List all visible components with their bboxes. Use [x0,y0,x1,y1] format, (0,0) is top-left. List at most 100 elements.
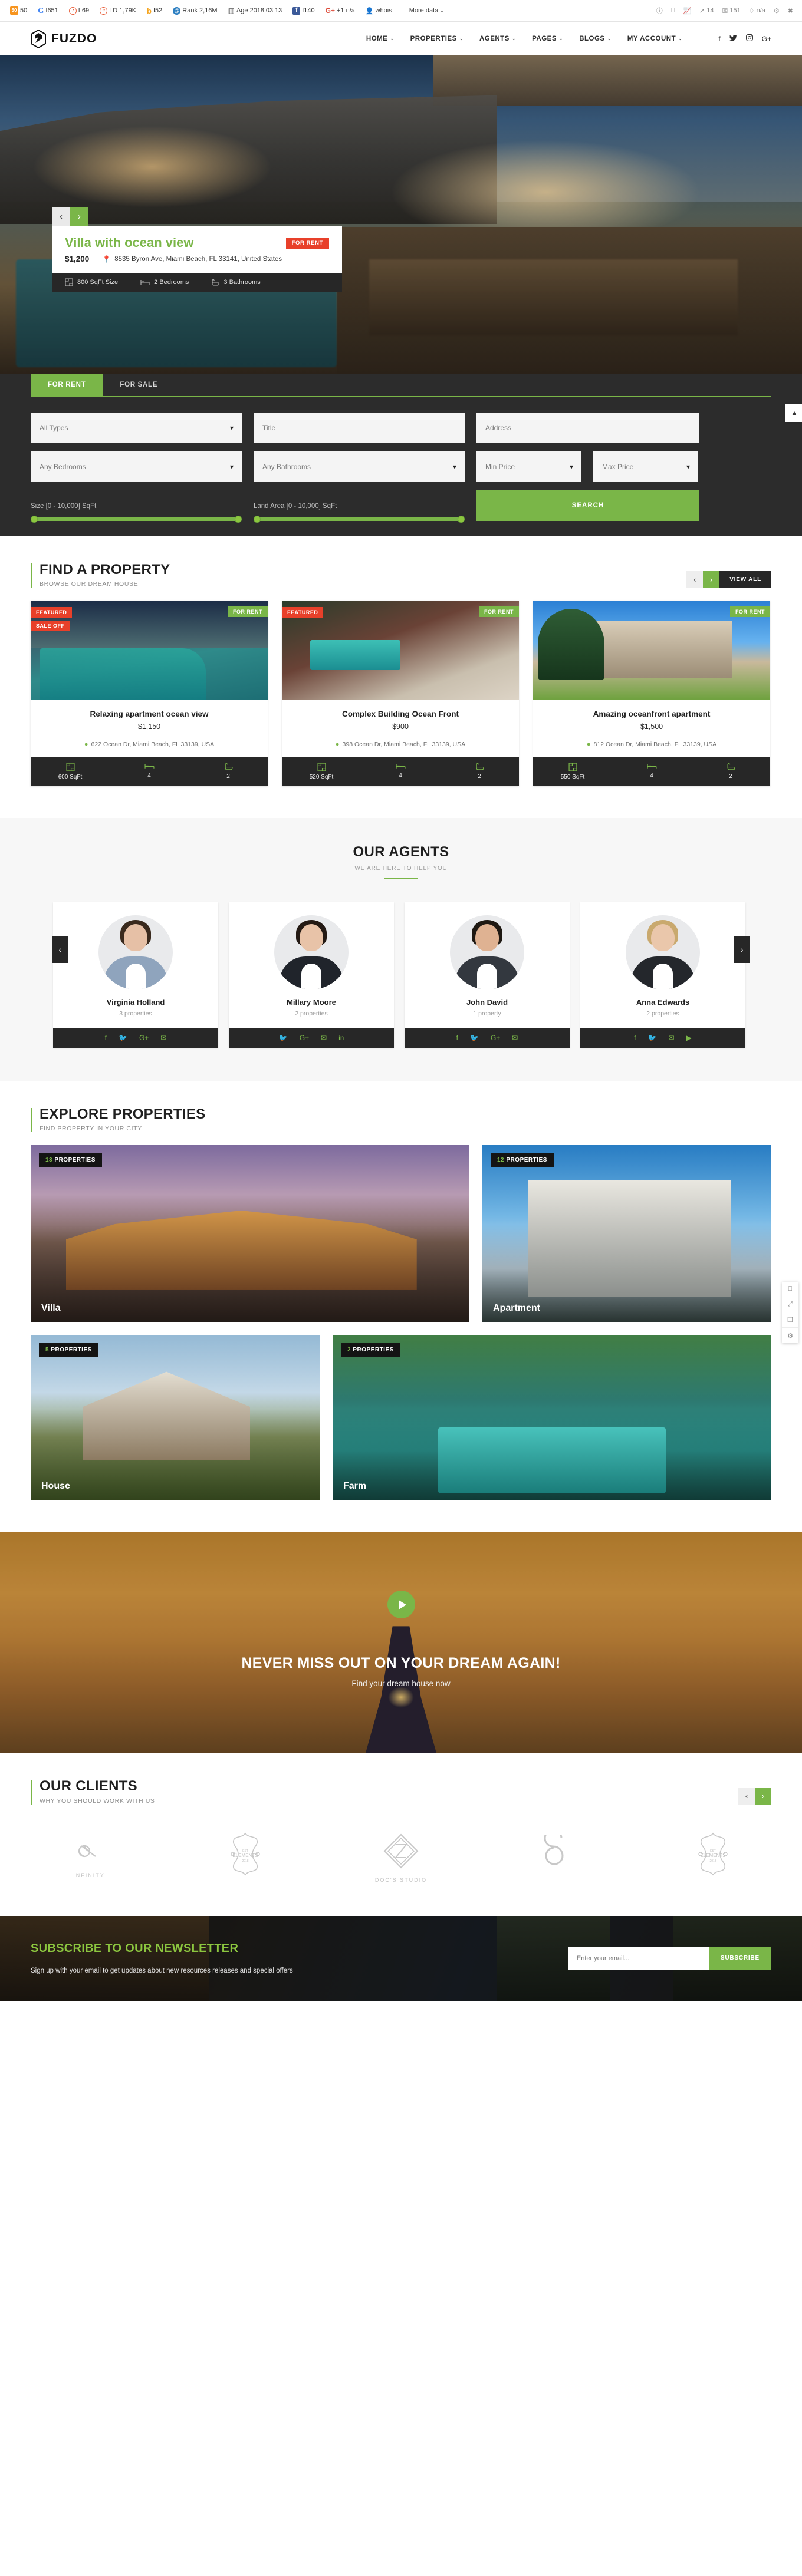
property-card[interactable]: FOR RENT Amazing oceanfront apartment $1… [533,601,770,787]
seo-item-moz[interactable]: 50 50 [5,6,32,15]
view-all-button[interactable]: VIEW ALL [719,571,771,588]
seo-close-button[interactable]: ✖ [784,7,797,15]
clients-prev-button[interactable]: ‹ [738,1787,755,1805]
twitter-icon[interactable]: 🐦 [119,1034,127,1042]
seo-item-facebook[interactable]: f I140 [287,6,320,15]
property-card[interactable]: FEATURED FOR RENT Complex Building Ocean… [282,601,519,787]
explore-card-villa[interactable]: 13 PROPERTIES Villa [31,1145,469,1322]
tab-for-rent[interactable]: FOR RENT [31,374,103,396]
google-plus-icon[interactable]: G+ [762,35,771,43]
agent-card[interactable]: Millary Moore 2 properties 🐦 G+ ✉ in [229,902,394,1048]
title-input-wrap[interactable] [254,413,465,443]
client-logo-elements-2[interactable]: EST ELEMENTS 2018 [669,1832,757,1884]
seo-item-bing[interactable]: b I52 [142,6,167,15]
bedrooms-select[interactable]: Any Bedrooms [31,451,242,482]
find-property-next-button[interactable]: › [703,571,720,588]
nav-item-pages[interactable]: PAGES ⌄ [532,35,563,42]
hero-prev-button[interactable]: ‹ [52,207,70,226]
size-slider-knob-min[interactable] [31,516,38,523]
google-plus-icon[interactable]: G+ [491,1034,500,1042]
max-price-select[interactable]: Max Price [593,451,698,482]
land-slider-knob-min[interactable] [254,516,261,523]
search-button[interactable]: SEARCH [476,490,699,521]
twitter-icon[interactable]: 🐦 [279,1034,288,1042]
nav-item-agents[interactable]: AGENTS ⌄ [479,35,516,42]
explore-card-apartment[interactable]: 12 PROPERTIES Apartment [482,1145,771,1322]
clients-next-button[interactable]: › [755,1787,771,1805]
explore-card-house[interactable]: 5 PROPERTIES House [31,1335,320,1500]
monitor-icon-button[interactable]: ⎕ [782,1282,798,1297]
tab-for-sale[interactable]: FOR SALE [103,374,175,396]
min-price-select[interactable]: Min Price [476,451,581,482]
land-slider-knob-max[interactable] [458,516,465,523]
google-plus-icon[interactable]: G+ [300,1034,309,1042]
seo-item-whois[interactable]: 👤 whois [360,7,397,15]
seo-external-count[interactable]: ↗ 14 [695,7,718,15]
search-collapse-toggle[interactable]: ▲ [785,404,802,422]
linkedin-icon[interactable]: in [338,1035,344,1041]
email-icon[interactable]: ✉ [321,1034,327,1042]
find-property-prev-button[interactable]: ‹ [686,571,704,588]
seo-item-linkdetective[interactable]: ◔ LD 1,79K [94,6,142,15]
brand-logo[interactable]: FUZDO [31,29,97,48]
resize-icon-button[interactable]: ⤢ [782,1297,798,1312]
seo-settings-button[interactable]: ⚙ [770,7,784,15]
seo-item-alexa[interactable]: @ Rank 2,16M [167,6,222,15]
explore-card-farm[interactable]: 2 PROPERTIES Farm [333,1335,771,1500]
email-icon[interactable]: ✉ [160,1034,166,1042]
seo-diamond-stat[interactable]: ♢ n/a [745,7,770,15]
type-select[interactable]: All Types [31,413,242,443]
seo-info-button[interactable]: ⓘ [652,6,667,15]
facebook-icon[interactable]: f [105,1034,107,1042]
twitter-icon[interactable]: 🐦 [648,1034,657,1042]
facebook-icon[interactable]: f [718,35,720,43]
property-card[interactable]: FEATURED SALE OFF FOR RENT Relaxing apar… [31,601,268,787]
seo-chart-button[interactable]: 📈 [679,7,695,15]
seo-item-ose[interactable]: ◔ L69 [64,6,94,15]
address-input[interactable] [485,424,691,432]
agent-card[interactable]: Virginia Holland 3 properties f 🐦 G+ ✉ [53,902,218,1048]
nav-item-blogs[interactable]: BLOGS ⌄ [579,35,612,42]
settings-icon-button[interactable]: ⚙ [782,1328,798,1343]
facebook-icon[interactable]: f [634,1034,636,1042]
size-slider-track[interactable] [31,516,242,523]
youtube-icon[interactable]: ▶ [686,1034,692,1042]
client-logo-connection-design[interactable] [513,1829,602,1881]
twitter-icon[interactable]: 🐦 [470,1034,479,1042]
seo-monitor-button[interactable]: ⎕ [667,7,679,15]
nav-item-home[interactable]: HOME ⌄ [366,35,395,42]
property-title[interactable]: Amazing oceanfront apartment [543,710,761,718]
google-plus-icon[interactable]: G+ [139,1034,149,1042]
land-slider-track[interactable] [254,516,465,523]
agents-prev-button[interactable]: ‹ [52,936,68,964]
nav-item-properties[interactable]: PROPERTIES ⌄ [410,35,464,42]
agent-card[interactable]: Anna Edwards 2 properties f 🐦 ✉ ▶ [580,902,745,1048]
agents-next-button[interactable]: › [734,936,750,964]
seo-item-google[interactable]: G I651 [32,6,64,15]
facebook-icon[interactable]: f [456,1034,458,1042]
nav-item-my-account[interactable]: MY ACCOUNT ⌄ [627,35,683,42]
property-title[interactable]: Complex Building Ocean Front [291,710,510,718]
seo-internal-count[interactable]: ☒ 151 [718,7,745,15]
size-slider-knob-max[interactable] [235,516,242,523]
property-title[interactable]: Relaxing apartment ocean view [40,710,258,718]
client-logo-elements[interactable]: EST ELEMENTS 2018 [201,1832,290,1884]
title-input[interactable] [262,424,456,432]
email-field[interactable] [568,1947,709,1970]
subscribe-button[interactable]: SUBSCRIBE [708,1947,771,1970]
seo-more-data[interactable]: More data ⌄ [397,7,456,14]
email-icon[interactable]: ✉ [669,1034,675,1042]
client-logo-infinity[interactable]: INFINITY [45,1838,133,1878]
twitter-icon[interactable] [729,34,737,43]
seo-item-googleplus[interactable]: G+ +1 n/a [320,6,360,15]
client-logo-docs-studio[interactable]: DOC'S STUDIO [357,1833,445,1883]
seo-item-archive[interactable]: ▥ Age 2018|03|13 [223,6,288,15]
hero-property-title[interactable]: Villa with ocean view [65,235,193,250]
agent-card[interactable]: John David 1 property f 🐦 G+ ✉ [405,902,570,1048]
instagram-icon[interactable] [745,34,753,43]
play-video-button[interactable] [387,1591,415,1619]
hero-next-button[interactable]: › [70,207,88,226]
bathrooms-select[interactable]: Any Bathrooms [254,451,465,482]
address-input-wrap[interactable] [476,413,699,443]
email-icon[interactable]: ✉ [512,1034,518,1042]
